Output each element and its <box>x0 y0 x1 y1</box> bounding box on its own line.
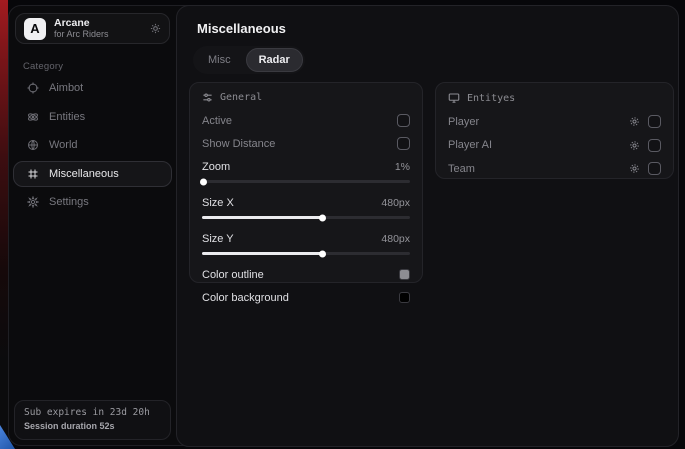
entities-card: Entityes Player Player AI <box>435 82 674 179</box>
team-row: Team <box>448 158 661 180</box>
general-card-title: General <box>220 92 262 103</box>
app-window: A Arcane for Arc Riders Category <box>8 5 677 446</box>
player-label: Player <box>448 116 479 128</box>
app-name: Arcane <box>54 17 142 29</box>
size-x-slider-fill <box>202 216 323 219</box>
size-y-value: 480px <box>381 233 410 245</box>
entities-card-title: Entityes <box>467 93 515 104</box>
color-background-row: Color background <box>202 287 410 308</box>
app-header-card: A Arcane for Arc Riders <box>15 13 170 44</box>
size-y-slider-fill <box>202 252 323 255</box>
gear-icon <box>27 196 39 208</box>
monitor-icon <box>448 92 460 104</box>
sidebar-item-aimbot[interactable]: Aimbot <box>13 75 172 101</box>
session-duration-text: Session duration 52s <box>24 420 161 432</box>
show-distance-row: Show Distance <box>202 133 410 154</box>
main-panel: Miscellaneous Misc Radar General Active … <box>176 5 679 447</box>
player-gear-icon[interactable] <box>629 116 640 127</box>
active-label: Active <box>202 115 232 127</box>
sidebar: A Arcane for Arc Riders Category <box>9 6 176 445</box>
size-y-row: Size Y 480px <box>202 228 410 249</box>
zoom-slider[interactable] <box>202 180 410 183</box>
desktop-red-edge <box>0 0 8 449</box>
sidebar-item-miscellaneous[interactable]: Miscellaneous <box>13 161 172 187</box>
color-outline-swatch[interactable] <box>399 269 410 280</box>
general-card-header: General <box>202 92 410 103</box>
size-x-label: Size X <box>202 197 234 209</box>
team-label: Team <box>448 163 475 175</box>
player-ai-label: Player AI <box>448 139 492 151</box>
entities-card-header: Entityes <box>448 92 661 104</box>
tab-misc[interactable]: Misc <box>195 48 244 72</box>
settings-gear-icon[interactable] <box>150 23 161 34</box>
team-checkbox[interactable] <box>648 162 661 175</box>
sliders-icon <box>202 92 213 103</box>
app-logo: A <box>24 18 46 40</box>
sidebar-item-label: Settings <box>49 196 89 208</box>
zoom-row: Zoom 1% <box>202 156 410 177</box>
sidebar-item-label: Entities <box>49 111 85 123</box>
tab-bar: Misc Radar <box>193 46 305 74</box>
size-x-value: 480px <box>381 197 410 209</box>
sidebar-item-world[interactable]: World <box>13 132 172 158</box>
crosshair-icon <box>27 82 39 94</box>
active-row: Active <box>202 110 410 131</box>
app-subtitle: for Arc Riders <box>54 29 142 39</box>
sidebar-item-entities[interactable]: Entities <box>13 104 172 130</box>
category-label: Category <box>23 61 63 72</box>
color-background-swatch[interactable] <box>399 292 410 303</box>
app-header-text: Arcane for Arc Riders <box>54 17 142 39</box>
player-row: Player <box>448 111 661 133</box>
color-background-label: Color background <box>202 292 289 304</box>
player-ai-row: Player AI <box>448 135 661 157</box>
general-card: General Active Show Distance Zoom 1% Siz… <box>189 82 423 283</box>
size-y-label: Size Y <box>202 233 234 245</box>
globe-icon <box>27 139 39 151</box>
zoom-label: Zoom <box>202 161 230 173</box>
entities-icon <box>27 111 39 123</box>
show-distance-label: Show Distance <box>202 138 275 150</box>
sidebar-nav: Aimbot Entities World <box>13 75 172 218</box>
player-checkbox[interactable] <box>648 115 661 128</box>
color-outline-label: Color outline <box>202 269 264 281</box>
sidebar-item-label: Aimbot <box>49 82 83 94</box>
sidebar-item-label: World <box>49 139 78 151</box>
zoom-value: 1% <box>395 161 410 173</box>
zoom-slider-fill <box>202 180 204 183</box>
page-title: Miscellaneous <box>197 21 286 36</box>
player-ai-checkbox[interactable] <box>648 139 661 152</box>
active-checkbox[interactable] <box>397 114 410 127</box>
size-x-row: Size X 480px <box>202 192 410 213</box>
sidebar-item-settings[interactable]: Settings <box>13 189 172 215</box>
grid-icon <box>27 168 39 180</box>
sub-expires-text: Sub expires in 23d 20h <box>24 407 161 420</box>
team-gear-icon[interactable] <box>629 163 640 174</box>
tab-radar[interactable]: Radar <box>246 48 303 72</box>
size-x-slider[interactable] <box>202 216 410 219</box>
size-y-slider[interactable] <box>202 252 410 255</box>
color-outline-row: Color outline <box>202 264 410 285</box>
show-distance-checkbox[interactable] <box>397 137 410 150</box>
subscription-card: Sub expires in 23d 20h Session duration … <box>14 400 171 440</box>
player-ai-gear-icon[interactable] <box>629 140 640 151</box>
sidebar-item-label: Miscellaneous <box>49 168 119 180</box>
